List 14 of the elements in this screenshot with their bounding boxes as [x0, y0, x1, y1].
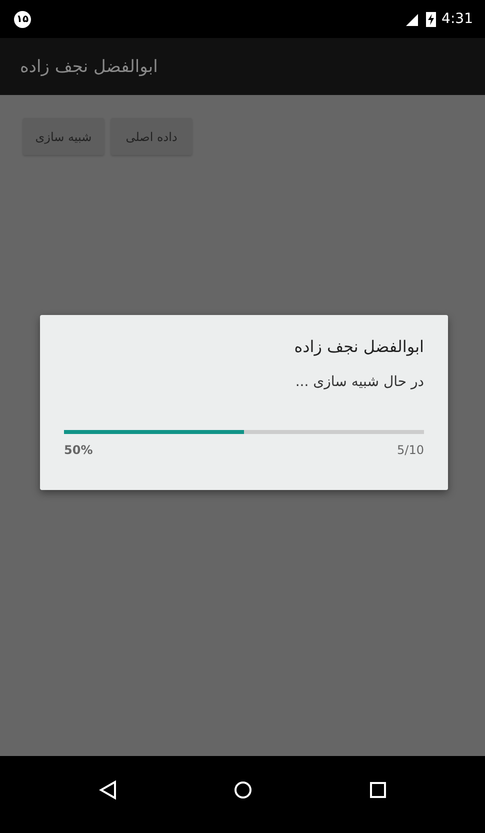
dialog-message: در حال شبیه سازی ... — [295, 374, 424, 390]
clock-time: 4:31 — [442, 11, 473, 27]
progress-count: 5/10 — [397, 443, 424, 457]
battery-charging-icon — [426, 11, 436, 27]
back-icon[interactable] — [98, 780, 117, 800]
home-icon[interactable] — [234, 780, 252, 798]
progress-percent: 50% — [64, 443, 93, 457]
recents-icon[interactable] — [370, 782, 386, 798]
app-title: ابوالفضل نجف زاده — [20, 56, 158, 76]
dialog-title: ابوالفضل نجف زاده — [294, 337, 424, 356]
notification-badge: ۱۵ — [14, 10, 31, 28]
signal-icon — [406, 12, 420, 26]
action-button[interactable]: داده اصلی — [111, 118, 192, 155]
action-button[interactable]: شبیه سازی — [23, 118, 104, 155]
